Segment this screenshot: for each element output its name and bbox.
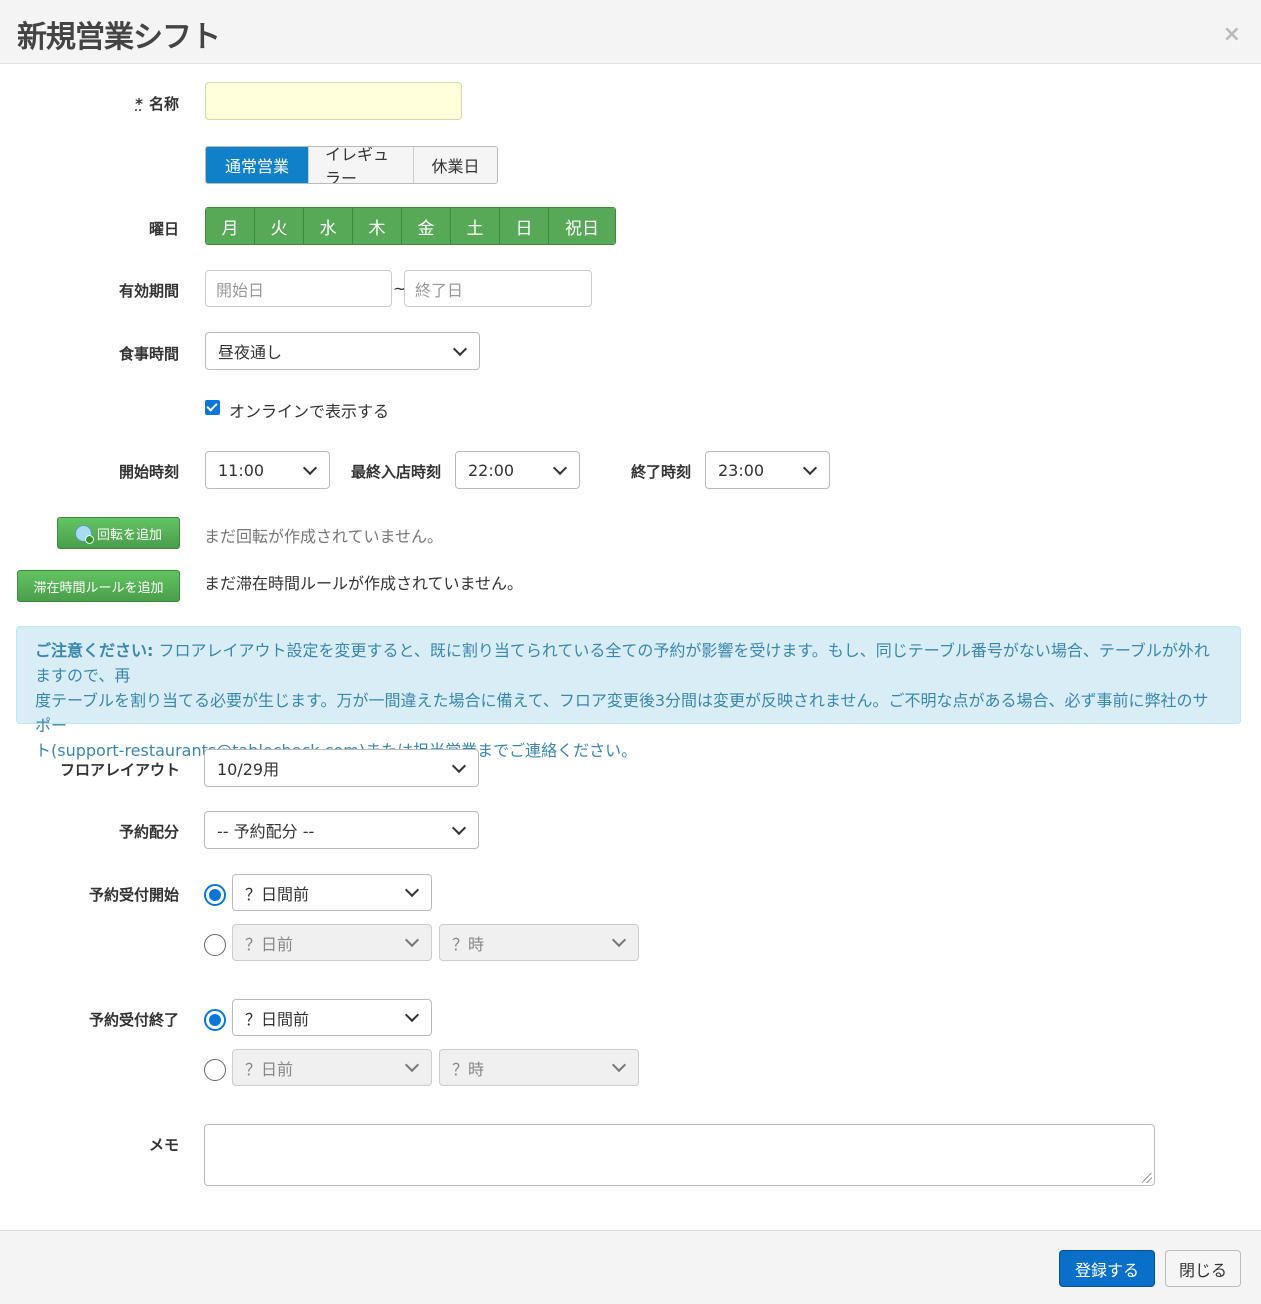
end-date-input[interactable]: 終了日: [404, 270, 592, 307]
online-checkbox-label: オンラインで表示する: [229, 402, 390, 421]
shift-type-group: 通常営業 イレギュラー 休業日: [205, 146, 498, 184]
last-entry-label: 最終入店時刻: [350, 463, 441, 481]
chevron-down-icon: [611, 932, 627, 948]
name-label: * 名称: [135, 95, 179, 113]
weekday-wed[interactable]: 水: [304, 208, 353, 244]
chevron-down-icon: [404, 1007, 420, 1023]
name-input[interactable]: [205, 82, 462, 120]
shift-type-irregular[interactable]: イレギュラー: [309, 147, 414, 183]
required-mark: *: [135, 95, 143, 113]
allocation-select[interactable]: -- 予約配分 --: [204, 811, 479, 849]
floor-layout-label: フロアレイアウト: [60, 761, 181, 779]
last-entry-select[interactable]: 22:00: [455, 451, 580, 489]
chevron-down-icon: [451, 820, 467, 835]
weekday-fri[interactable]: 金: [402, 208, 451, 244]
add-rotation-button[interactable]: 回転を追加: [57, 517, 180, 549]
end-time-label: 終了時刻: [630, 463, 691, 481]
add-stay-rule-button[interactable]: 滞在時間ルールを追加: [17, 570, 180, 602]
chevron-down-icon: [552, 460, 568, 475]
close-button[interactable]: 閉じる: [1165, 1250, 1241, 1287]
weekday-mon[interactable]: 月: [206, 208, 255, 244]
booking-end-day-select[interactable]: ？日前: [232, 1049, 432, 1086]
memo-label: メモ: [148, 1136, 179, 1154]
warning-line-2: 度テーブルを割り当てる必要が生じます。万が一間違えた場合に備えて、フロア変更後3…: [35, 691, 1209, 735]
chevron-down-icon: [404, 882, 420, 898]
booking-start-day-select[interactable]: ？日前: [232, 924, 432, 961]
chevron-down-icon: [611, 1057, 627, 1073]
booking-start-datetime-radio[interactable]: [204, 934, 226, 956]
modal-header: 新規営業シフト ×: [0, 0, 1261, 64]
chevron-down-icon: [404, 1057, 420, 1073]
weekday-tue[interactable]: 火: [255, 208, 304, 244]
booking-start-label: 予約受付開始: [88, 886, 179, 904]
modal-footer: 登録する 閉じる: [0, 1230, 1261, 1304]
weekday-sat[interactable]: 土: [451, 208, 500, 244]
chevron-down-icon: [302, 460, 318, 475]
weekday-holiday[interactable]: 祝日: [549, 208, 615, 244]
chevron-down-icon: [451, 758, 467, 773]
booking-start-days-radio[interactable]: [204, 884, 226, 906]
warning-line-1: フロアレイアウト設定を変更すると、既に割り当てられている全ての予約が影響を受けま…: [35, 641, 1210, 685]
start-time-label: 開始時刻: [118, 463, 179, 481]
rotation-icon: [74, 524, 94, 544]
resize-handle-icon[interactable]: [1142, 1173, 1152, 1183]
floor-layout-warning: ご注意ください: フロアレイアウト設定を変更すると、既に割り当てられている全ての…: [16, 626, 1241, 760]
shift-type-regular[interactable]: 通常営業: [206, 147, 309, 183]
close-icon[interactable]: ×: [1223, 22, 1241, 47]
rotation-empty-text: まだ回転が作成されていません。: [204, 527, 444, 546]
end-time-select[interactable]: 23:00: [705, 451, 830, 489]
booking-end-datetime-radio[interactable]: [204, 1059, 226, 1081]
floor-layout-select[interactable]: 10/29用: [204, 749, 479, 787]
validity-label: 有効期間: [118, 282, 179, 300]
allocation-label: 予約配分: [118, 823, 179, 841]
start-time-select[interactable]: 11:00: [205, 451, 330, 489]
booking-start-days-select[interactable]: ？日間前: [232, 874, 432, 911]
warning-title: ご注意ください:: [35, 641, 154, 660]
booking-start-hour-select[interactable]: ？時: [439, 924, 639, 961]
meal-time-label: 食事時間: [118, 345, 179, 363]
booking-end-days-select[interactable]: ？日間前: [232, 999, 432, 1036]
submit-button[interactable]: 登録する: [1059, 1250, 1155, 1287]
booking-end-days-radio[interactable]: [204, 1009, 226, 1031]
online-checkbox[interactable]: [205, 400, 220, 415]
weekday-sun[interactable]: 日: [500, 208, 549, 244]
weekday-thu[interactable]: 木: [353, 208, 402, 244]
chevron-down-icon: [802, 460, 818, 475]
modal-title: 新規営業シフト: [17, 20, 221, 55]
booking-end-hour-select[interactable]: ？時: [439, 1049, 639, 1086]
chevron-down-icon: [404, 932, 420, 948]
weekdays-label: 曜日: [148, 220, 179, 238]
start-date-input[interactable]: 開始日: [205, 270, 392, 307]
booking-end-label: 予約受付終了: [88, 1011, 179, 1029]
chevron-down-icon: [452, 341, 468, 356]
memo-textarea[interactable]: [204, 1124, 1155, 1186]
stay-rule-empty-text: まだ滞在時間ルールが作成されていません。: [204, 574, 524, 593]
meal-time-select[interactable]: 昼夜通し: [205, 332, 480, 370]
weekday-toggle-group: 月 火 水 木 金 土 日 祝日: [205, 207, 616, 245]
shift-type-closed[interactable]: 休業日: [414, 147, 497, 183]
